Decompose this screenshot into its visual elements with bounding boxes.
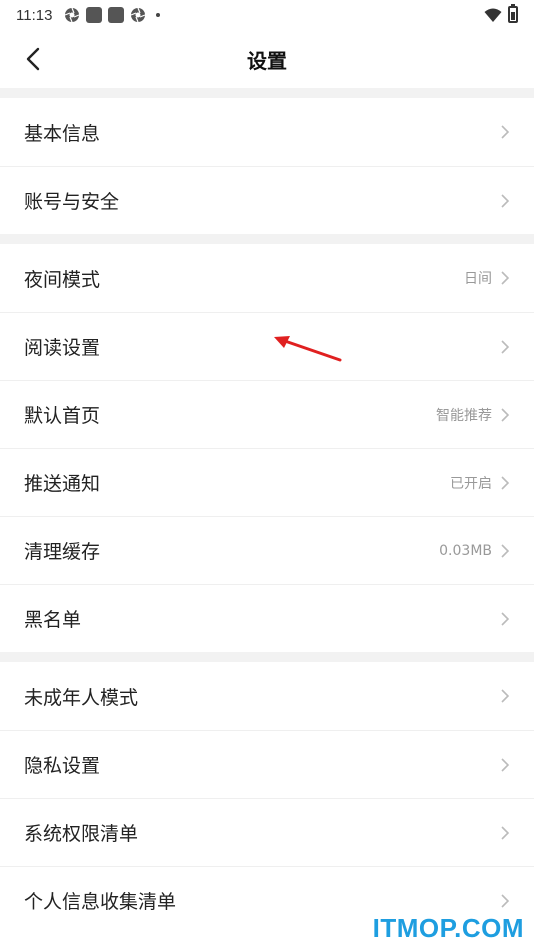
settings-group-account: 基本信息 账号与安全 <box>0 98 534 234</box>
watermark: ITMOP.COM <box>372 913 524 943</box>
settings-group-general: 夜间模式 日间 阅读设置 默认首页 智能推荐 推送通知 已开启 清理缓存 0.0… <box>0 244 534 652</box>
aperture-icon-2 <box>131 7 146 23</box>
app-notification-icon-2 <box>108 7 125 23</box>
status-time: 11:13 <box>16 6 53 24</box>
settings-item-default-homepage[interactable]: 默认首页 智能推荐 <box>0 380 534 448</box>
chevron-right-icon <box>501 611 510 626</box>
settings-item-value: 已开启 <box>450 475 492 492</box>
settings-item-value: 日间 <box>464 271 492 287</box>
settings-item-push-notifications[interactable]: 推送通知 已开启 <box>0 448 534 516</box>
settings-item-label: 个人信息收集清单 <box>24 891 177 913</box>
settings-item-value: 0.03MB <box>439 542 492 559</box>
back-button[interactable] <box>18 44 48 74</box>
settings-item-blacklist[interactable]: 黑名单 <box>0 584 534 652</box>
settings-item-label: 隐私设置 <box>24 755 101 777</box>
settings-item-clear-cache[interactable]: 清理缓存 0.03MB <box>0 516 534 584</box>
settings-item-label: 未成年人模式 <box>24 686 139 709</box>
section-divider <box>0 234 534 244</box>
settings-item-label: 夜间模式 <box>24 268 101 291</box>
wifi-icon <box>484 8 502 22</box>
chevron-right-icon <box>501 407 510 422</box>
settings-item-label: 账号与安全 <box>24 191 120 213</box>
nav-bar: 设置 <box>0 30 534 88</box>
settings-item-account-security[interactable]: 账号与安全 <box>0 166 534 234</box>
battery-icon <box>508 4 518 23</box>
status-bar: 11:13 <box>0 0 534 30</box>
settings-item-label: 黑名单 <box>24 609 82 631</box>
settings-item-reading-settings[interactable]: 阅读设置 <box>0 312 534 380</box>
section-divider <box>0 88 534 98</box>
settings-item-label: 默认首页 <box>24 405 101 427</box>
chevron-right-icon <box>501 757 510 772</box>
settings-item-value: 智能推荐 <box>436 407 492 424</box>
chevron-right-icon <box>501 825 510 840</box>
settings-item-label: 系统权限清单 <box>24 823 139 845</box>
settings-item-minor-mode[interactable]: 未成年人模式 <box>0 662 534 730</box>
chevron-right-icon <box>501 339 510 354</box>
status-right <box>484 4 518 23</box>
status-notification-icons <box>64 7 161 23</box>
settings-item-basic-info[interactable]: 基本信息 <box>0 98 534 166</box>
settings-item-label: 清理缓存 <box>24 541 101 563</box>
chevron-right-icon <box>501 689 510 703</box>
section-divider <box>0 652 534 662</box>
settings-item-label: 阅读设置 <box>24 337 101 359</box>
chevron-right-icon <box>501 543 510 558</box>
settings-item-night-mode[interactable]: 夜间模式 日间 <box>0 244 534 312</box>
page-title: 设置 <box>247 48 287 73</box>
back-arrow-icon <box>26 47 40 71</box>
chevron-right-icon <box>501 271 510 285</box>
chevron-right-icon <box>501 893 510 908</box>
app-notification-icon <box>86 7 103 23</box>
chevron-right-icon <box>501 125 510 139</box>
settings-item-label: 推送通知 <box>24 473 101 495</box>
chevron-right-icon <box>501 193 510 208</box>
settings-item-privacy-settings[interactable]: 隐私设置 <box>0 730 534 798</box>
more-notifications-dot <box>156 13 161 17</box>
settings-item-system-permissions[interactable]: 系统权限清单 <box>0 798 534 866</box>
settings-group-privacy: 未成年人模式 隐私设置 系统权限清单 个人信息收集清单 <box>0 662 534 934</box>
aperture-icon <box>65 7 80 23</box>
chevron-right-icon <box>501 475 510 490</box>
settings-item-label: 基本信息 <box>24 122 101 145</box>
